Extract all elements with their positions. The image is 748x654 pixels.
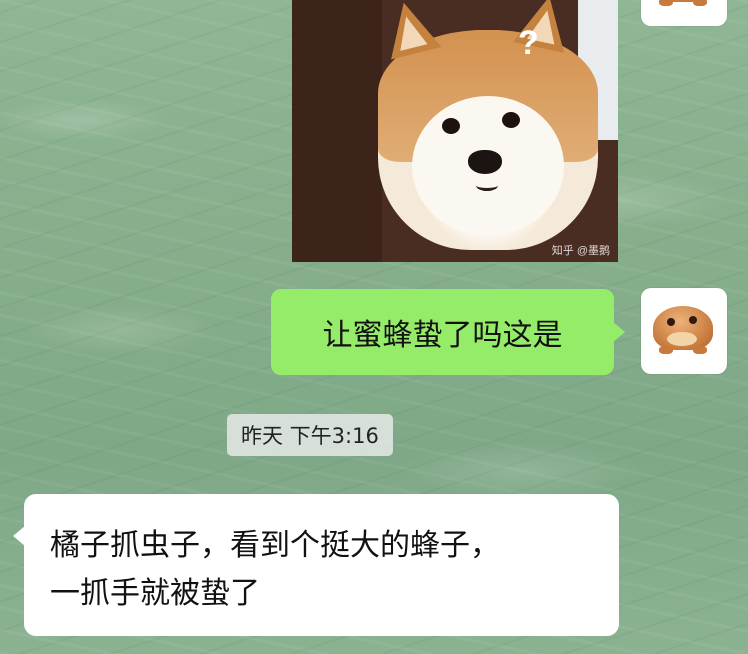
- message-timestamp: 昨天 下午3:16: [227, 414, 393, 456]
- frog-avatar-icon: [653, 306, 713, 354]
- self-avatar[interactable]: [641, 288, 727, 374]
- sticker-background: [292, 0, 382, 262]
- sticker-message[interactable]: ? 知乎 @墨鹅: [292, 0, 618, 262]
- frog-avatar-icon: [653, 0, 713, 6]
- message-text-line: 一抓手就被蛰了: [50, 576, 260, 611]
- question-mark: ?: [518, 24, 539, 62]
- self-avatar[interactable]: [641, 0, 727, 26]
- shiba-dog-icon: ?: [378, 0, 598, 250]
- sent-message-bubble[interactable]: 让蜜蜂蛰了吗这是: [271, 289, 625, 375]
- message-text-line: 橘子抓虫子，看到个挺大的蜂子，: [50, 528, 500, 563]
- message-text: 让蜜蜂蛰了吗这是: [322, 318, 563, 353]
- sticker-watermark: 知乎 @墨鹅: [551, 245, 610, 257]
- timestamp-text: 昨天 下午3:16: [241, 424, 379, 448]
- received-message-bubble[interactable]: 橘子抓虫子，看到个挺大的蜂子， 一抓手就被蛰了: [13, 494, 619, 636]
